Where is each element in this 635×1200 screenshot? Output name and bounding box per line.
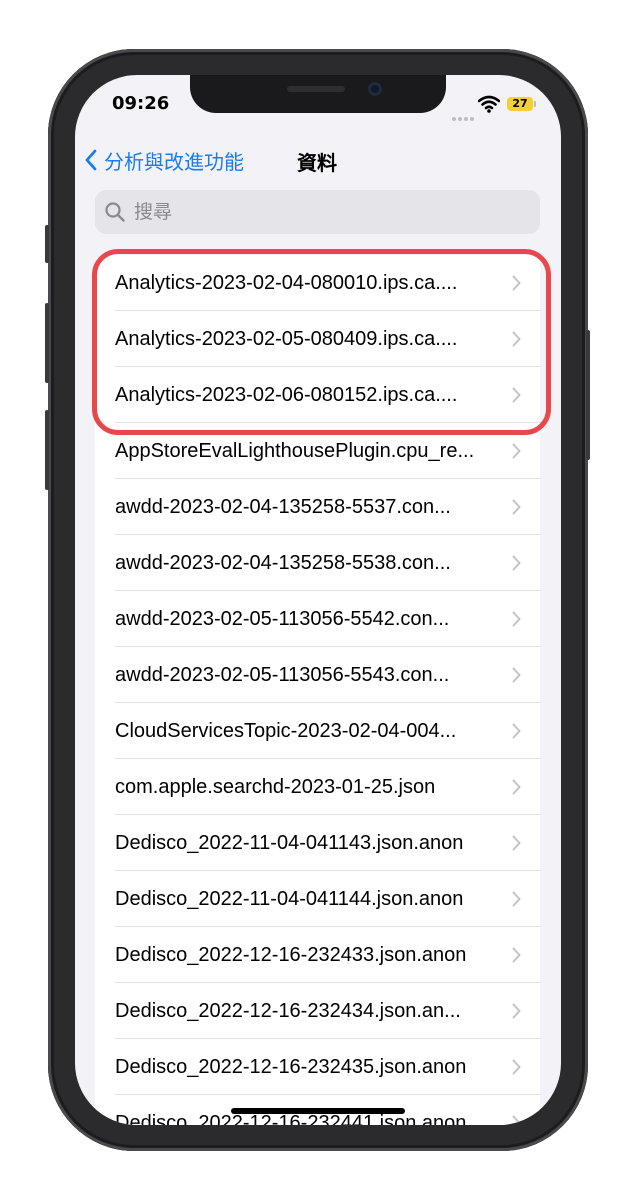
notch	[190, 75, 446, 113]
list-item[interactable]: Dedisco_2022-11-04-041144.json.anon	[95, 871, 540, 927]
chevron-right-icon	[512, 1115, 521, 1125]
highlight-annotation	[92, 249, 551, 435]
chevron-right-icon	[512, 891, 521, 907]
search-input[interactable]	[132, 200, 516, 224]
volume-up-button	[45, 303, 49, 383]
chevron-right-icon	[512, 947, 521, 963]
list-item[interactable]: com.apple.searchd-2023-01-25.json	[95, 759, 540, 815]
page-title: 資料	[297, 151, 337, 175]
front-camera-icon	[368, 82, 382, 96]
phone-screen: 09:26 27 分析與改進功能 資料 Analytics-2023-02-04…	[75, 75, 561, 1125]
volume-down-button	[45, 410, 49, 490]
list-item[interactable]: Dedisco_2022-12-16-232433.json.anon	[95, 927, 540, 983]
file-name: awdd-2023-02-04-135258-5537.con...	[115, 495, 451, 518]
status-time: 09:26	[112, 93, 170, 114]
list-item[interactable]: awdd-2023-02-05-113056-5542.con...	[95, 591, 540, 647]
battery-tip	[534, 101, 536, 107]
chevron-right-icon	[512, 555, 521, 571]
file-name: Dedisco_2022-12-16-232434.json.an...	[115, 999, 461, 1022]
file-name: AppStoreEvalLighthousePlugin.cpu_re...	[115, 439, 475, 462]
file-name: awdd-2023-02-05-113056-5543.con...	[115, 663, 450, 686]
list-item[interactable]: awdd-2023-02-04-135258-5537.con...	[95, 479, 540, 535]
file-name: Dedisco_2022-11-04-041143.json.anon	[115, 831, 464, 854]
file-name: awdd-2023-02-04-135258-5538.con...	[115, 551, 451, 574]
list-item[interactable]: Dedisco_2022-12-16-232435.json.anon	[95, 1039, 540, 1095]
back-button[interactable]: 分析與改進功能	[84, 145, 244, 175]
chevron-right-icon	[512, 779, 521, 795]
magnifying-glass-icon	[105, 202, 125, 222]
chevron-right-icon	[512, 611, 521, 627]
file-name: awdd-2023-02-05-113056-5542.con...	[115, 607, 450, 630]
file-name: CloudServicesTopic-2023-02-04-004...	[115, 719, 457, 742]
file-name: Dedisco_2022-12-16-232435.json.anon	[115, 1055, 467, 1078]
file-name: Dedisco_2022-11-04-041144.json.anon	[115, 887, 464, 910]
chevron-right-icon	[512, 835, 521, 851]
search-field[interactable]	[95, 190, 540, 234]
chevron-right-icon	[512, 667, 521, 683]
chevron-left-icon	[85, 149, 97, 171]
earpiece-speaker	[287, 86, 345, 92]
battery-indicator: 27	[507, 97, 533, 111]
cellular-signal-icon	[452, 106, 476, 125]
list-item[interactable]: Dedisco_2022-11-04-041143.json.anon	[95, 815, 540, 871]
home-indicator[interactable]	[231, 1108, 405, 1114]
back-button-label: 分析與改進功能	[104, 149, 244, 174]
file-name: com.apple.searchd-2023-01-25.json	[115, 775, 436, 798]
file-name: Dedisco_2022-12-16-232433.json.anon	[115, 943, 467, 966]
list-item[interactable]: CloudServicesTopic-2023-02-04-004...	[95, 703, 540, 759]
list-item[interactable]: Dedisco_2022-12-16-232434.json.an...	[95, 983, 540, 1039]
chevron-right-icon	[512, 723, 521, 739]
chevron-right-icon	[512, 499, 521, 515]
chevron-right-icon	[512, 1059, 521, 1075]
list-item[interactable]: awdd-2023-02-04-135258-5538.con...	[95, 535, 540, 591]
chevron-right-icon	[512, 1003, 521, 1019]
chevron-right-icon	[512, 443, 521, 459]
list-item[interactable]: awdd-2023-02-05-113056-5543.con...	[95, 647, 540, 703]
power-button	[586, 330, 590, 460]
silent-switch	[45, 225, 49, 263]
wifi-icon	[478, 95, 500, 113]
